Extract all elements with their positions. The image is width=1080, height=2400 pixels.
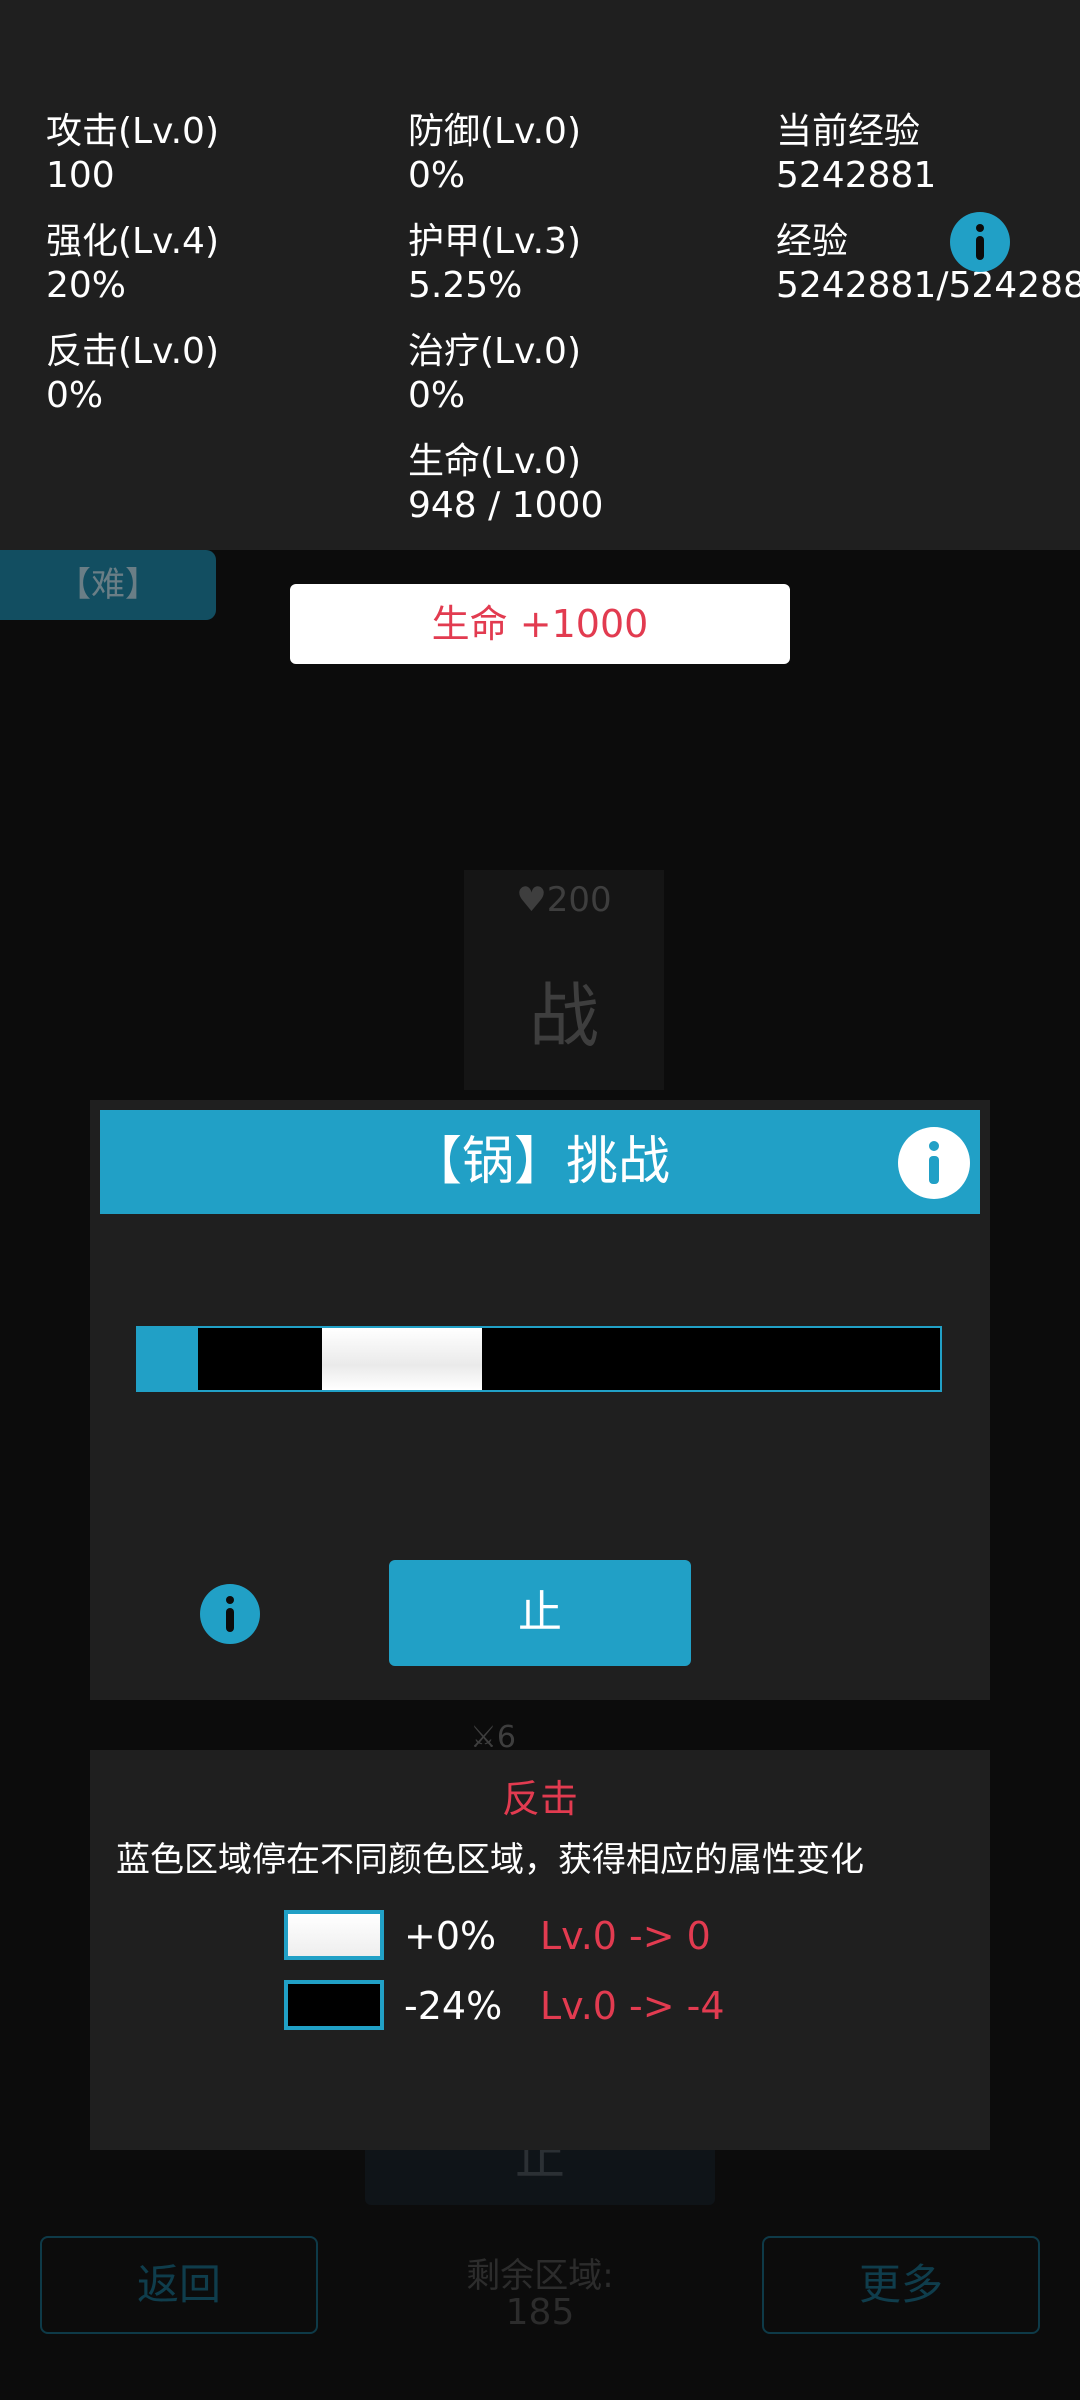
stat-counter: 反击(Lv.0) 0% (46, 330, 219, 418)
stat-label: 防御(Lv.0) (408, 111, 582, 152)
stop-button[interactable]: 止 (389, 1560, 691, 1666)
stat-label: 生命(Lv.0) (408, 441, 582, 482)
stat-enhance: 强化(Lv.4) 20% (46, 220, 219, 308)
remaining-value: 185 (505, 2292, 575, 2333)
legend-level: Lv.0 -> -4 (540, 1984, 725, 2028)
counter-description: 蓝色区域停在不同颜色区域，获得相应的属性变化 (116, 1840, 864, 1880)
legend-percent: -24% (404, 1984, 503, 2028)
dialog-title: 【锅】挑战 (409, 1132, 670, 1192)
enemy-card[interactable]: ♥200 战 (464, 870, 664, 1090)
stat-label: 护甲(Lv.3) (408, 221, 582, 262)
stat-value: 0% (408, 155, 466, 196)
white-swatch (284, 1910, 384, 1960)
stat-value: 100 (46, 155, 115, 196)
stat-label: 反击(Lv.0) (46, 331, 220, 372)
stat-value: 948 / 1000 (408, 485, 604, 526)
stat-value: 5.25% (408, 265, 523, 306)
stat-life: 生命(Lv.0) 948 / 1000 (408, 440, 603, 528)
counter-info-box: 反击 蓝色区域停在不同颜色区域，获得相应的属性变化 +0% Lv.0 -> 0 … (90, 1750, 990, 2150)
legend-level: Lv.0 -> 0 (540, 1914, 711, 1958)
legend-percent: +0% (404, 1914, 497, 1958)
stat-exp: 经验 5242881/5242881 (776, 220, 1080, 308)
info-icon[interactable] (200, 1584, 260, 1644)
stat-label: 攻击(Lv.0) (46, 111, 220, 152)
stat-label: 治疗(Lv.0) (408, 331, 582, 372)
dialog-info-icon[interactable] (898, 1127, 970, 1199)
stat-label: 当前经验 (776, 111, 921, 152)
stats-panel: 攻击(Lv.0) 100 强化(Lv.4) 20% 反击(Lv.0) 0% 防御… (0, 0, 1080, 550)
stat-label: 经验 (776, 221, 849, 262)
enemy-hp: ♥200 (516, 880, 612, 920)
enemy-name: 战 (529, 975, 599, 1057)
stat-attack: 攻击(Lv.0) 100 (46, 110, 219, 198)
remaining-label: 剩余区域: (466, 2256, 614, 2296)
stat-current-exp: 当前经验 5242881 (776, 110, 936, 198)
life-plus-button[interactable]: 生命 +1000 (290, 584, 790, 664)
stat-value: 5242881/5242881 (776, 265, 1080, 306)
stat-value: 0% (408, 375, 466, 416)
bar-segment-black (483, 1328, 940, 1390)
stat-value: 20% (46, 265, 127, 306)
stat-defense: 防御(Lv.0) 0% (408, 110, 581, 198)
more-button[interactable]: 更多 (762, 2236, 1040, 2334)
dialog-header: 【锅】挑战 (100, 1110, 980, 1214)
bar-cursor (138, 1328, 198, 1390)
stat-value: 5242881 (776, 155, 937, 196)
counter-title: 反击 (501, 1777, 578, 1821)
stat-armor: 护甲(Lv.3) 5.25% (408, 220, 581, 308)
stat-value: 0% (46, 375, 104, 416)
timing-bar (136, 1326, 942, 1392)
exp-info-icon[interactable] (950, 212, 1010, 272)
back-button[interactable]: 返回 (40, 2236, 318, 2334)
challenge-dialog: 【锅】挑战 止 (90, 1100, 990, 1700)
difficulty-tag: 【难】 (0, 550, 216, 620)
stat-label: 强化(Lv.4) (46, 221, 220, 262)
black-swatch (284, 1980, 384, 2030)
stat-heal: 治疗(Lv.0) 0% (408, 330, 581, 418)
bar-segment-white (322, 1328, 482, 1390)
